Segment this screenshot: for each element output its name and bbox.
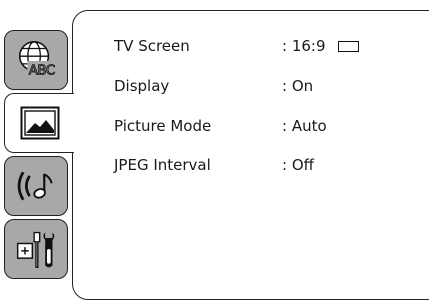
setting-row-jpeg-interval[interactable]: JPEG Interval : Off — [114, 153, 314, 177]
setting-row-display[interactable]: Display : On — [114, 74, 313, 98]
tools-icon — [14, 227, 58, 271]
setting-value: : Off — [282, 156, 314, 174]
globe-abc-icon: ABC — [14, 38, 58, 82]
setting-label: JPEG Interval — [114, 156, 211, 174]
tab-language[interactable]: ABC — [4, 30, 68, 90]
tab-picture[interactable] — [4, 93, 74, 153]
setting-row-picture-mode[interactable]: Picture Mode : Auto — [114, 114, 327, 138]
picture-icon — [20, 105, 60, 141]
setting-label: Picture Mode — [114, 117, 212, 135]
audio-icon — [14, 164, 58, 208]
setting-row-tv-screen[interactable]: TV Screen : 16:9 — [114, 34, 359, 58]
svg-text:ABC: ABC — [29, 63, 55, 78]
tab-audio[interactable] — [4, 156, 68, 216]
setting-value: : Auto — [282, 117, 327, 135]
tab-setup[interactable] — [4, 219, 68, 279]
setting-label: Display — [114, 77, 170, 95]
setting-value: : 16:9 — [282, 37, 359, 55]
setting-label: TV Screen — [114, 37, 190, 55]
setting-value: : On — [282, 77, 314, 95]
aspect-ratio-icon — [337, 40, 359, 52]
